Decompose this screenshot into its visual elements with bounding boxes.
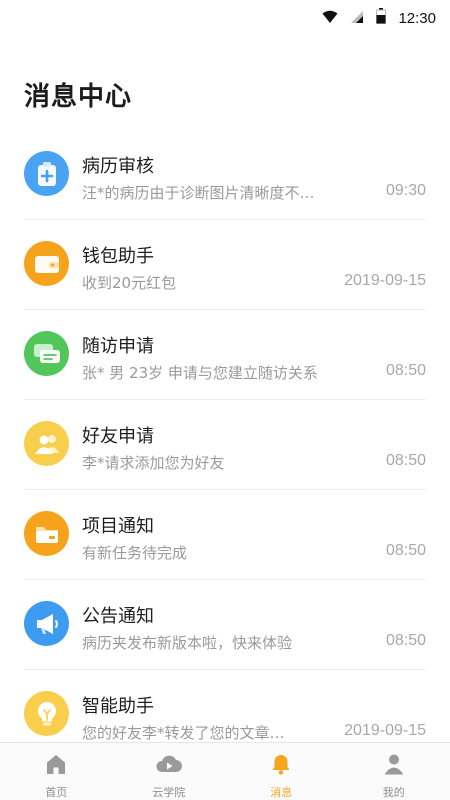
tab-label: 云学院: [152, 786, 186, 799]
message-preview: 您的好友李*转发了您的文章…: [82, 724, 285, 740]
message-time: 08:50: [385, 542, 426, 559]
tab-home[interactable]: 首页: [0, 743, 113, 800]
message-title: 项目通知: [82, 516, 154, 537]
home-icon: [45, 753, 67, 779]
person-icon: [383, 753, 405, 779]
wallet-icon: [24, 241, 69, 286]
tab-cloud-academy[interactable]: 云学院: [113, 743, 226, 800]
tab-messages[interactable]: 消息: [225, 743, 338, 800]
message-item-announcement[interactable]: 公告通知 病历夹发布新版本啦，快来体验 08:50: [0, 580, 450, 670]
battery-icon: [376, 8, 387, 28]
message-item-smart-assistant[interactable]: 智能助手 您的好友李*转发了您的文章… 2019-09-15: [0, 670, 450, 740]
cell-signal-icon: [350, 9, 364, 28]
chat-bubble-icon: [24, 331, 69, 376]
medical-record-icon: [24, 151, 69, 196]
message-preview: 张* 男 23岁 申请与您建立随访关系: [82, 364, 318, 382]
message-time: 2019-09-15: [344, 722, 426, 739]
message-time: 08:50: [385, 452, 426, 469]
message-time: 08:50: [385, 632, 426, 649]
bottom-tab-bar: 首页 云学院 消息 我的: [0, 742, 450, 800]
message-time: 2019-09-15: [344, 272, 426, 289]
bell-icon: [270, 753, 292, 779]
status-time: 12:30: [398, 9, 436, 27]
message-title: 病历审核: [82, 156, 154, 177]
message-preview: 李*请求添加您为好友: [82, 454, 225, 472]
tab-label: 消息: [270, 786, 293, 799]
megaphone-icon: [24, 601, 69, 646]
page-title: 消息中心: [24, 82, 133, 112]
lightbulb-icon: [24, 691, 69, 736]
cloud-play-icon: [156, 753, 182, 779]
tab-label: 首页: [45, 786, 68, 799]
status-bar: 12:30: [0, 0, 450, 34]
message-title: 公告通知: [82, 606, 154, 627]
message-item-project[interactable]: 项目通知 有新任务待完成 08:50: [0, 490, 450, 580]
message-title: 智能助手: [82, 696, 154, 717]
message-preview: 收到20元红包: [82, 274, 177, 292]
message-preview: 汪*的病历由于诊断图片清晰度不…: [82, 184, 315, 202]
message-time: 09:30: [385, 182, 426, 199]
message-item-friend-request[interactable]: 好友申请 李*请求添加您为好友 08:50: [0, 400, 450, 490]
tab-label: 我的: [382, 786, 405, 799]
status-icons: 12:30: [322, 8, 436, 28]
message-list[interactable]: 病历审核 汪*的病历由于诊断图片清晰度不… 09:30 钱包助手 收到20元红包…: [0, 130, 450, 740]
wifi-icon: [322, 9, 338, 28]
message-time: 08:50: [385, 362, 426, 379]
folder-icon: [24, 511, 69, 556]
friends-icon: [24, 421, 69, 466]
message-preview: 有新任务待完成: [82, 544, 188, 562]
tab-profile[interactable]: 我的: [338, 743, 450, 800]
message-title: 随访申请: [82, 336, 154, 357]
message-item-medical-review[interactable]: 病历审核 汪*的病历由于诊断图片清晰度不… 09:30: [0, 130, 450, 220]
message-item-wallet[interactable]: 钱包助手 收到20元红包 2019-09-15: [0, 220, 450, 310]
message-title: 钱包助手: [82, 246, 154, 267]
message-preview: 病历夹发布新版本啦，快来体验: [82, 634, 293, 652]
message-item-follow-up[interactable]: 随访申请 张* 男 23岁 申请与您建立随访关系 08:50: [0, 310, 450, 400]
message-title: 好友申请: [82, 426, 154, 447]
